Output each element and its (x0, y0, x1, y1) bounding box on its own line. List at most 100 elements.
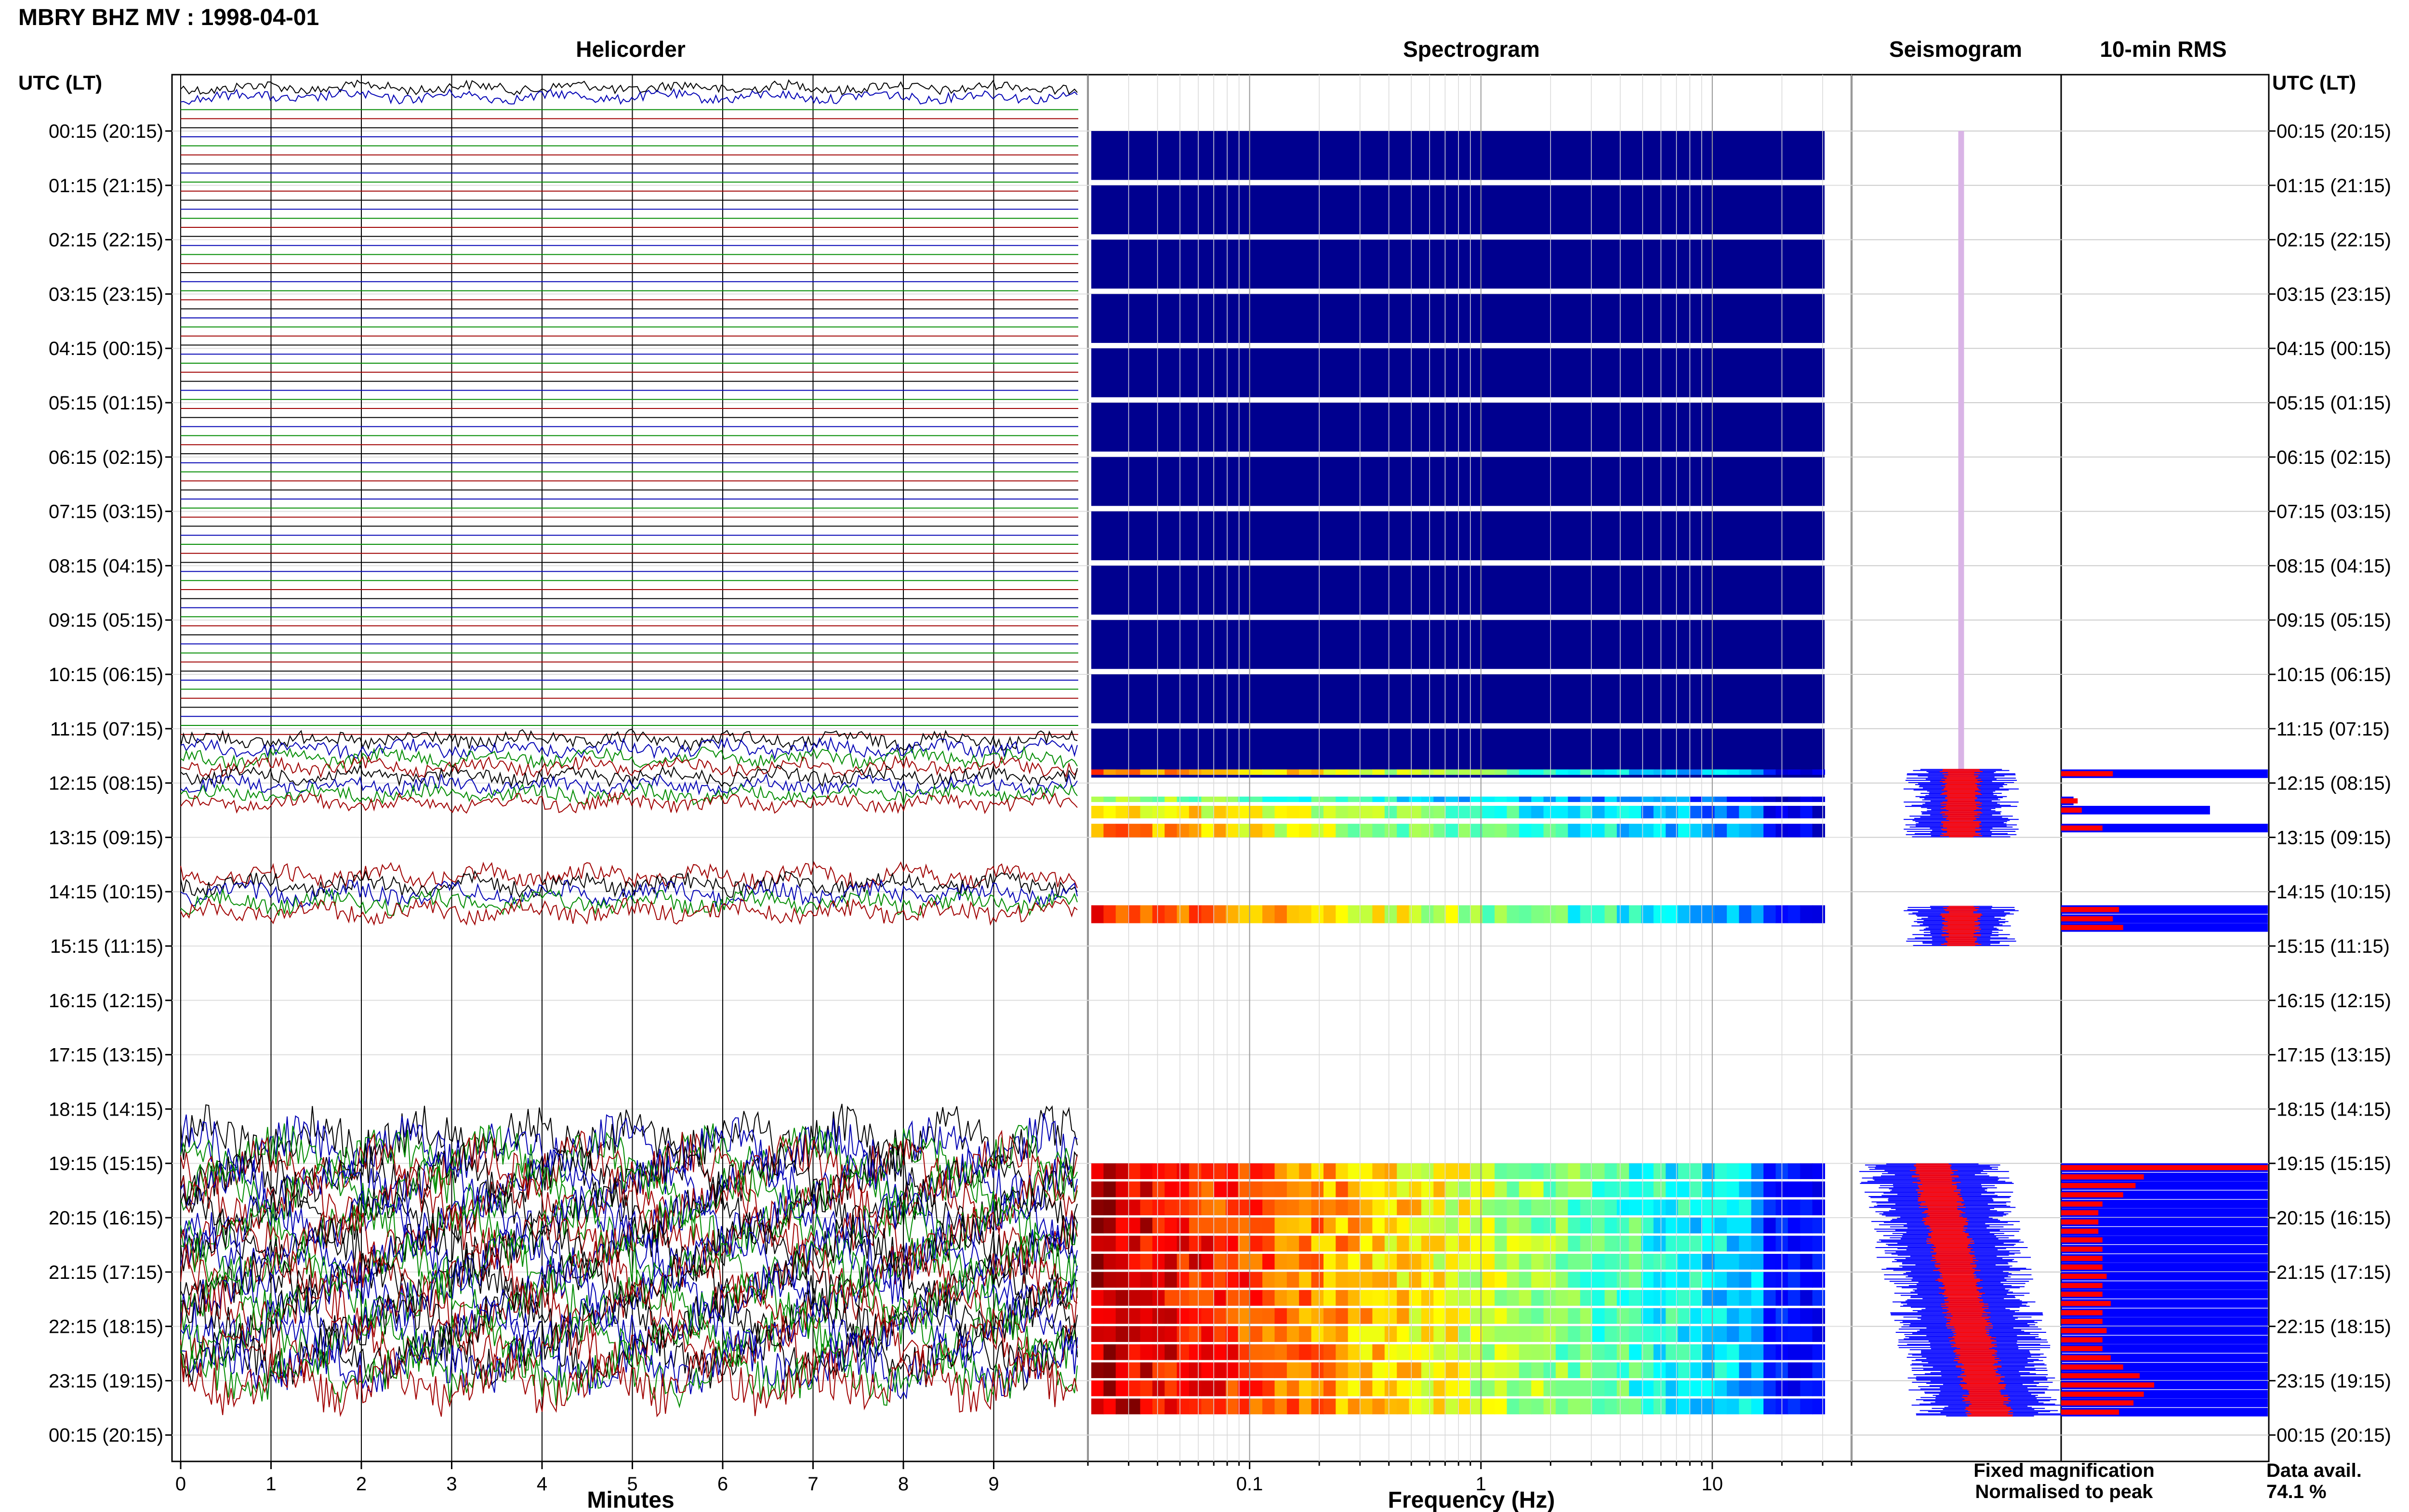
spectrogram-cell (1714, 1308, 1728, 1324)
spectrogram-cell (1177, 796, 1190, 802)
spectrogram-cell (1531, 1308, 1544, 1324)
spectrogram-cell (1336, 1362, 1349, 1379)
spectrogram-cell (1397, 1236, 1410, 1252)
time-tick-label-left: 04:15 (00:15) (49, 338, 163, 359)
spectrogram-cell (1458, 1272, 1471, 1288)
time-tick-label-left: 03:15 (23:15) (49, 284, 163, 305)
spectrogram-cell (1482, 1217, 1496, 1234)
spectrogram-cell (1751, 1398, 1764, 1415)
spectrogram-cell (1103, 1163, 1116, 1179)
spectrogram-cell (1568, 769, 1581, 775)
spectrogram-cell (1311, 1181, 1324, 1197)
helicorder-xtick-label: 2 (356, 1473, 367, 1495)
spectrogram-cell (1592, 1217, 1605, 1234)
time-tick-label-left: 13:15 (09:15) (49, 827, 163, 848)
spectrogram-cell (1641, 1199, 1654, 1216)
spectrogram-cell (1653, 1199, 1667, 1216)
spectrogram-cell (1201, 1290, 1214, 1306)
spectrogram-cell (1727, 1163, 1740, 1179)
spectrogram-cell (1653, 769, 1667, 775)
spectrogram-cell (1445, 1199, 1458, 1216)
spectrogram-cell (1555, 905, 1569, 923)
spectrogram-cell (1226, 769, 1239, 775)
spectrogram-cell (1165, 1362, 1178, 1379)
spectrogram-cell (1482, 1344, 1496, 1360)
spectrogram-cell (1751, 1199, 1764, 1216)
spectrogram-cell (1103, 769, 1116, 775)
spectrogram-cell (1629, 905, 1642, 923)
spectrogram-cell (1360, 1344, 1373, 1360)
spectrogram-cell (1592, 1326, 1605, 1342)
spectrogram-cell (1604, 905, 1617, 923)
spectrogram-cell (1311, 796, 1324, 802)
spectrogram-cell (1397, 1380, 1410, 1396)
time-tick-label-right: 22:15 (18:15) (2277, 1316, 2391, 1338)
spectrogram-cell (1714, 1254, 1728, 1270)
spectrogram-cell (1800, 1326, 1813, 1342)
spectrogram-cell (1678, 1344, 1691, 1360)
spectrogram-cell (1495, 1163, 1508, 1179)
rms-normalised-bar (2061, 1318, 2103, 1324)
spectrogram-cell (1299, 805, 1312, 818)
spectrogram-cell (1274, 1380, 1287, 1396)
spectrogram-cell (1519, 1236, 1532, 1252)
spectrogram-cell (1555, 1362, 1569, 1379)
spectrogram-cell (1348, 1380, 1361, 1396)
spectrogram-cell (1458, 1163, 1471, 1179)
spectrogram-cell (1433, 905, 1446, 923)
spectrogram-cell (1091, 1236, 1104, 1252)
spectrogram-cell (1348, 1236, 1361, 1252)
spectrogram-cell (1397, 1181, 1410, 1197)
spectrogram-cell (1372, 1163, 1385, 1179)
data-availability-label: Data avail. (2266, 1460, 2362, 1481)
spectrogram-cell (1115, 1236, 1129, 1252)
spectrogram-cell (1238, 1217, 1251, 1234)
spectrogram-cell (1165, 769, 1178, 775)
spectrogram-cell (1763, 1326, 1776, 1342)
spectrogram-cell (1458, 1380, 1471, 1396)
spectrogram-cell (1714, 1362, 1728, 1379)
spectrogram-cell (1324, 1362, 1337, 1379)
spectrogram-cell (1311, 1272, 1324, 1288)
spectrogram-cell (1152, 1326, 1165, 1342)
spectrogram-cell (1360, 1163, 1373, 1179)
spectrogram-cell (1445, 1290, 1458, 1306)
spectrogram-cell (1213, 1380, 1227, 1396)
spectrogram-cell (1324, 1308, 1337, 1324)
spectrogram-cell (1739, 769, 1752, 775)
spectrogram-cell (1714, 1217, 1728, 1234)
spectrogram-cell (1397, 1344, 1410, 1360)
spectrogram-cell (1653, 1308, 1667, 1324)
spectrogram-cell (1115, 1217, 1129, 1234)
spectrogram-cell (1421, 1272, 1434, 1288)
spectrogram-cell (1739, 796, 1752, 802)
spectrogram-cell (1495, 1362, 1508, 1379)
spectrogram-cell (1152, 1217, 1165, 1234)
spectrogram-cell (1458, 1398, 1471, 1415)
spectrogram-cell (1372, 1290, 1385, 1306)
helicorder-xtick-label: 9 (988, 1473, 999, 1495)
spectrogram-cell (1189, 1398, 1202, 1415)
spectrogram-cell (1311, 1290, 1324, 1306)
spectrogram-cell (1690, 1398, 1703, 1415)
spectrogram-cell (1189, 1181, 1202, 1197)
spectrogram-cell (1653, 824, 1667, 838)
spectrogram-cell (1115, 824, 1129, 838)
spectrogram-cell (1152, 1199, 1165, 1216)
spectrogram-cell (1568, 1326, 1581, 1342)
time-tick-label-right: 00:15 (20:15) (2277, 1425, 2391, 1446)
spectrogram-cell (1324, 1217, 1337, 1234)
spectrogram-cell (1616, 1254, 1630, 1270)
spectrogram-cell (1531, 1199, 1544, 1216)
time-tick-label-right: 05:15 (01:15) (2277, 393, 2391, 414)
spectrogram-cell (1189, 824, 1202, 838)
spectrogram-cell (1262, 1398, 1275, 1415)
spectrogram-cell (1091, 769, 1104, 775)
spectrogram-cell (1115, 769, 1129, 775)
spectrogram-cell (1678, 1181, 1691, 1197)
spectrogram-cell (1690, 1380, 1703, 1396)
spectrogram-cell (1226, 1308, 1239, 1324)
spectrogram-cell (1727, 824, 1740, 838)
spectrogram-cell (1653, 1326, 1667, 1342)
rms-normalised-bar (2061, 1210, 2099, 1216)
